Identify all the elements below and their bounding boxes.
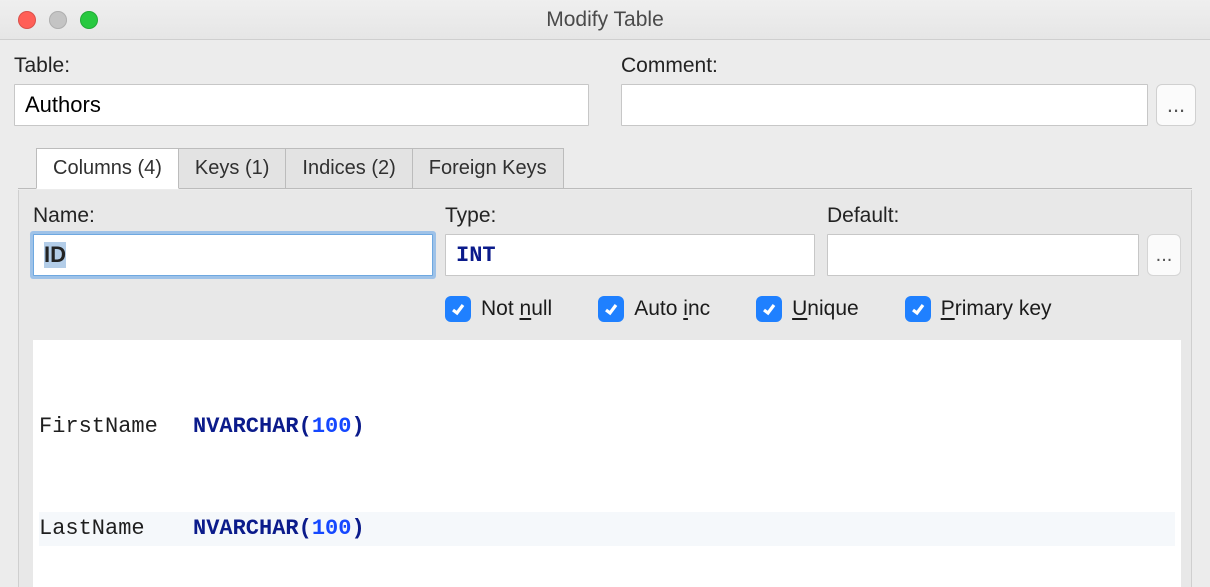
table-name-input[interactable] [14,84,589,126]
column-type-label: Type: [445,204,815,228]
window-titlebar: Modify Table [0,0,1210,40]
comment-field-block: Comment: ... [621,54,1196,126]
column-default-input[interactable] [827,234,1139,276]
table-label: Table: [14,54,589,78]
auto-inc-label: Auto inc [634,297,710,321]
check-icon [905,296,931,322]
column-edit-form: Name: ID Type: Default: ... [33,204,1181,276]
traffic-lights [0,11,98,29]
unique-checkbox[interactable]: Unique [756,296,859,322]
window-title: Modify Table [0,8,1210,32]
primary-key-label: Primary key [941,297,1052,321]
unique-label: Unique [792,297,859,321]
primary-key-checkbox[interactable]: Primary key [905,296,1052,322]
minimize-window-button[interactable] [49,11,67,29]
auto-inc-checkbox[interactable]: Auto inc [598,296,710,322]
column-name-input[interactable]: ID [33,234,433,276]
close-window-button[interactable] [18,11,36,29]
column-flags-row: Not null Auto inc Unique Primary key [33,296,1181,322]
column-list: FirstName NVARCHAR(100) LastName NVARCHA… [33,340,1181,587]
check-icon [598,296,624,322]
comment-input[interactable] [621,84,1148,126]
list-item[interactable]: LastName NVARCHAR(100) [39,512,1175,546]
tab-indices[interactable]: Indices (2) [285,148,412,189]
tab-strip: Columns (4) Keys (1) Indices (2) Foreign… [36,148,1192,189]
column-default-more-button[interactable]: ... [1147,234,1181,276]
columns-panel: Name: ID Type: Default: ... Not n [18,190,1192,587]
tab-keys[interactable]: Keys (1) [178,148,286,189]
column-name-value: ID [44,242,66,268]
not-null-checkbox[interactable]: Not null [445,296,552,322]
not-null-label: Not null [481,297,552,321]
zoom-window-button[interactable] [80,11,98,29]
tab-foreign-keys[interactable]: Foreign Keys [412,148,564,189]
column-type-input[interactable] [445,234,815,276]
check-icon [756,296,782,322]
check-icon [445,296,471,322]
column-name-label: Name: [33,204,433,228]
comment-label: Comment: [621,54,1196,78]
column-default-label: Default: [827,204,1181,228]
list-item[interactable]: FirstName NVARCHAR(100) [39,410,1175,444]
header-form: Table: Comment: ... [0,40,1210,126]
comment-more-button[interactable]: ... [1156,84,1196,126]
table-field-block: Table: [14,54,589,126]
tab-border [18,188,1192,189]
tab-columns[interactable]: Columns (4) [36,148,179,189]
